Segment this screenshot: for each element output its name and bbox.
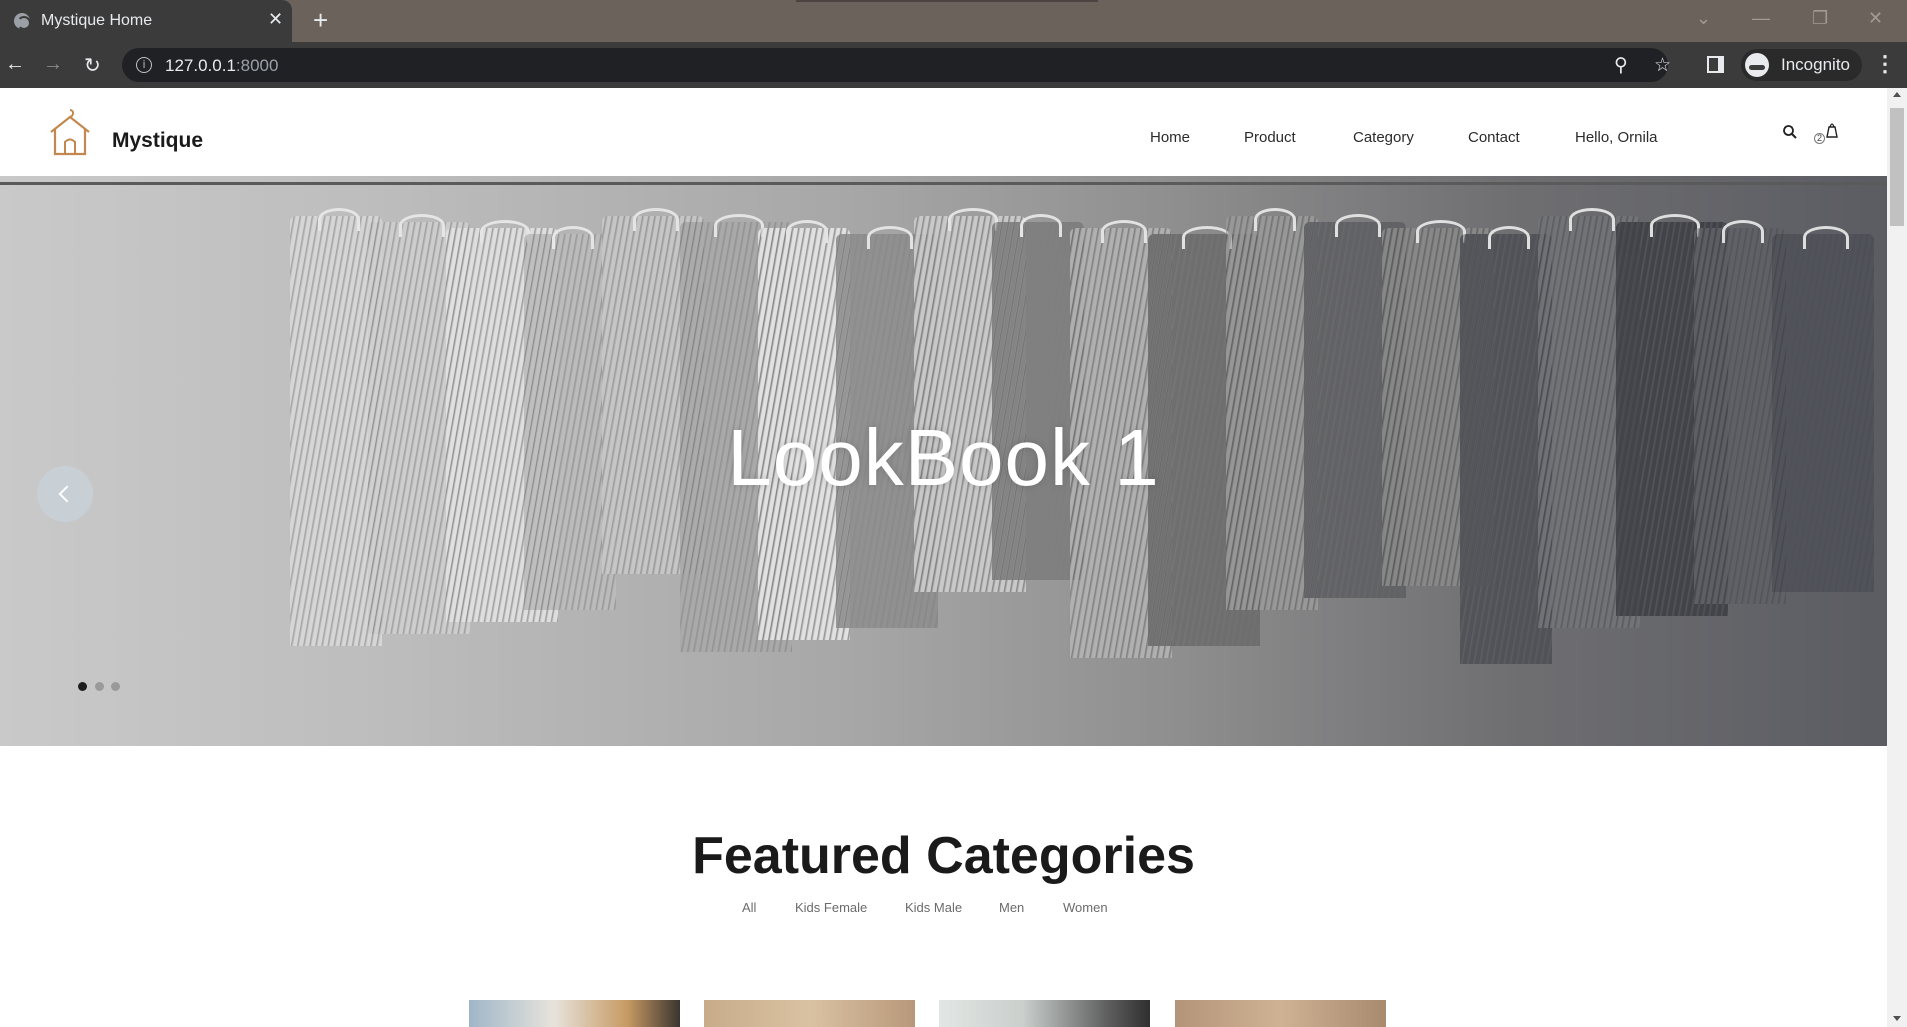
category-card-image[interactable] (939, 1000, 1150, 1027)
carousel-dot-1[interactable] (78, 682, 87, 691)
page-scrollbar[interactable] (1887, 88, 1907, 1027)
brand-name[interactable]: Mystique (112, 129, 203, 153)
carousel-dot-2[interactable] (95, 682, 104, 691)
profile-label: Incognito (1781, 55, 1850, 74)
search-icon[interactable] (1782, 124, 1798, 145)
scroll-down-arrow-icon[interactable] (1893, 1016, 1901, 1021)
incognito-profile-button[interactable]: Incognito (1741, 49, 1862, 81)
url-port: :8000 (235, 56, 279, 75)
minimize-button[interactable]: — (1752, 8, 1770, 29)
globe-icon (14, 13, 31, 30)
browser-tab-strip: Mystique Home ✕ + ⌄ — ❐ ✕ (0, 0, 1907, 42)
filter-kids-female[interactable]: Kids Female (795, 900, 867, 915)
clothes-rail (0, 182, 1887, 185)
tab-search-chevron-icon[interactable]: ⌄ (1696, 8, 1711, 29)
tab-close-icon[interactable]: ✕ (268, 9, 283, 30)
restore-button[interactable]: ❐ (1812, 8, 1828, 29)
back-button[interactable]: ← (5, 53, 25, 76)
page-viewport: Mystique Home Product Category Contact H… (0, 88, 1887, 1027)
nav-contact[interactable]: Contact (1468, 129, 1520, 146)
category-card-image[interactable] (1175, 1000, 1386, 1027)
url-host: 127.0.0.1 (165, 56, 236, 75)
carousel-prev-button[interactable] (37, 466, 93, 522)
address-bar[interactable]: i 127.0.0.1:8000 ⚲ ☆ (122, 48, 1671, 82)
tab-title: Mystique Home (41, 12, 153, 29)
hero-carousel: LookBook 1 (0, 176, 1887, 746)
scroll-up-arrow-icon[interactable] (1893, 92, 1901, 97)
nav-product[interactable]: Product (1244, 129, 1296, 146)
forward-button[interactable]: → (43, 53, 63, 76)
category-card-image[interactable] (704, 1000, 915, 1027)
nav-user-greeting[interactable]: Hello, Ornila (1575, 129, 1658, 146)
category-card-image[interactable] (469, 1000, 680, 1027)
filter-men[interactable]: Men (999, 900, 1024, 915)
carousel-dot-3[interactable] (111, 682, 120, 691)
reload-button[interactable]: ↻ (84, 53, 101, 78)
zoom-icon[interactable]: ⚲ (1614, 54, 1628, 76)
nav-category[interactable]: Category (1353, 129, 1414, 146)
window-drag-area (796, 0, 1098, 2)
site-info-icon[interactable]: i (136, 57, 152, 73)
browser-tab[interactable]: Mystique Home ✕ (0, 0, 292, 42)
browser-toolbar: ← → ↻ i 127.0.0.1:8000 ⚲ ☆ Incognito ⋮ (0, 42, 1907, 88)
new-tab-button[interactable]: + (313, 5, 328, 36)
bookmark-star-icon[interactable]: ☆ (1654, 54, 1671, 76)
site-header: Mystique Home Product Category Contact H… (0, 88, 1887, 176)
incognito-icon (1745, 53, 1769, 77)
nav-home[interactable]: Home (1150, 129, 1190, 146)
hero-title: LookBook 1 (727, 413, 1160, 502)
shopping-bag-icon[interactable] (1824, 121, 1840, 144)
filter-kids-male[interactable]: Kids Male (905, 900, 962, 915)
url-text: 127.0.0.1:8000 (165, 56, 278, 76)
close-window-button[interactable]: ✕ (1868, 8, 1883, 29)
scroll-thumb[interactable] (1890, 108, 1904, 226)
filter-women[interactable]: Women (1063, 900, 1108, 915)
filter-all[interactable]: All (742, 900, 756, 915)
browser-menu-icon[interactable]: ⋮ (1874, 51, 1896, 77)
featured-categories-title: Featured Categories (692, 827, 1195, 885)
house-logo-icon[interactable] (48, 108, 92, 156)
side-panel-icon[interactable] (1707, 56, 1724, 73)
